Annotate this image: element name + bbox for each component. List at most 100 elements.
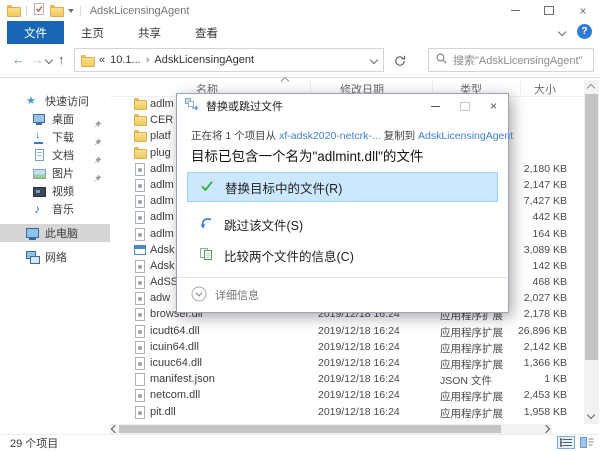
copy-progress-line: 正在将 1 个项目从 xf-adsk2020-netcrk-... 复制到 Ad… bbox=[191, 128, 513, 143]
file-icon bbox=[134, 373, 146, 385]
file-icon bbox=[134, 341, 146, 353]
file-name: AdSS bbox=[150, 276, 178, 288]
quick-access-toolbar: | | bbox=[0, 2, 82, 20]
ribbon-tab[interactable]: 共享 bbox=[121, 21, 178, 44]
file-date: 2019/12/18 16:24 bbox=[318, 389, 400, 401]
details-expander[interactable]: 详细信息 bbox=[191, 285, 259, 305]
file-size: 2,453 KB bbox=[490, 389, 567, 401]
maximize-button[interactable] bbox=[532, 0, 566, 21]
up-icon[interactable]: ↑ bbox=[58, 53, 65, 66]
breadcrumb[interactable]: « 10.1... › AdskLicensingAgent bbox=[74, 48, 384, 72]
horizontal-scrollbar[interactable] bbox=[110, 424, 552, 434]
view-toggles bbox=[557, 436, 596, 449]
ribbon-tab-bar: 文件 主页 共享 查看 bbox=[0, 21, 600, 45]
copy-destination-link[interactable]: AdskLicensingAgent bbox=[418, 130, 513, 142]
properties-icon[interactable] bbox=[33, 2, 45, 20]
sidebar-item[interactable]: 此电脑 bbox=[0, 224, 110, 242]
compare-option-label: 比较两个文件的信息(C) bbox=[224, 246, 354, 265]
file-name: adlm bbox=[150, 179, 174, 191]
dialog-separator bbox=[177, 277, 508, 278]
file-icon bbox=[134, 308, 146, 320]
sidebar-item[interactable]: 桌面 bbox=[0, 110, 110, 128]
ribbon-tab[interactable]: 文件 bbox=[7, 21, 64, 44]
search-placeholder: 搜索"AdskLicensingAgent" bbox=[453, 52, 583, 68]
horizontal-scrollbar-thumb[interactable] bbox=[119, 425, 501, 433]
compare-files-option[interactable]: 比较两个文件的信息(C) bbox=[187, 242, 498, 269]
file-icon bbox=[134, 163, 146, 175]
minimize-button[interactable] bbox=[498, 0, 532, 21]
details-view-button[interactable] bbox=[557, 436, 575, 449]
refresh-icon[interactable] bbox=[394, 54, 406, 72]
sidebar-item[interactable]: 视频 bbox=[0, 182, 110, 200]
address-dropdown-icon[interactable] bbox=[370, 56, 378, 64]
file-date: 2019/12/18 16:24 bbox=[318, 325, 400, 337]
ribbon-right-controls: ? bbox=[559, 24, 592, 39]
scroll-right-icon[interactable] bbox=[542, 425, 550, 433]
sidebar-item-label: 下载 bbox=[52, 129, 74, 145]
sidebar-item[interactable]: 下载 bbox=[0, 128, 110, 146]
scroll-up-icon[interactable] bbox=[587, 84, 595, 92]
help-icon[interactable]: ? bbox=[577, 24, 592, 39]
table-row[interactable]: manifest.json 2019/12/18 16:24 JSON 文件 1… bbox=[110, 371, 584, 387]
dialog-minimize-button[interactable] bbox=[421, 94, 450, 118]
scroll-down-icon[interactable] bbox=[587, 411, 595, 419]
items-count: 29 个项目 bbox=[0, 435, 58, 451]
file-size: 2,142 KB bbox=[490, 341, 567, 353]
dialog-close-button[interactable]: × bbox=[479, 94, 508, 118]
table-row[interactable]: icudt64.dll 2019/12/18 16:24 应用程序扩展 26,8… bbox=[110, 323, 584, 339]
navigation-pane: 快速访问 桌面 下载 文档 bbox=[0, 80, 110, 424]
breadcrumb-parent[interactable]: 10.1... bbox=[110, 54, 141, 66]
table-row[interactable]: netcom.dll 2019/12/18 16:24 应用程序扩展 2,453… bbox=[110, 387, 584, 403]
file-icon bbox=[134, 325, 146, 337]
file-icon bbox=[134, 98, 146, 110]
copy-line-middle: 复制到 bbox=[384, 130, 416, 142]
sidebar-item[interactable]: 音乐 bbox=[0, 200, 110, 218]
sidebar-item-label: 图片 bbox=[52, 165, 74, 181]
search-input[interactable]: 搜索"AdskLicensingAgent" bbox=[428, 48, 594, 72]
vertical-scrollbar-thumb[interactable] bbox=[585, 94, 598, 360]
window-title: AdskLicensingAgent bbox=[90, 5, 190, 17]
breadcrumb-current[interactable]: AdskLicensingAgent bbox=[154, 54, 254, 66]
skip-icon bbox=[199, 217, 213, 233]
close-button[interactable]: × bbox=[566, 0, 600, 21]
sidebar-item-label: 此电脑 bbox=[45, 225, 78, 241]
ribbon-tab[interactable]: 查看 bbox=[178, 21, 235, 44]
back-icon[interactable]: ← bbox=[12, 53, 25, 66]
copy-source-link[interactable]: xf-adsk2020-netcrk-... bbox=[279, 130, 381, 142]
chevron-down-circle-icon bbox=[191, 286, 207, 305]
sidebar-item[interactable]: 文档 bbox=[0, 146, 110, 164]
search-icon bbox=[436, 51, 447, 69]
forward-icon[interactable]: → bbox=[31, 53, 44, 66]
column-header-size[interactable]: 大小 bbox=[534, 81, 556, 97]
file-type: JSON 文件 bbox=[440, 373, 492, 388]
divider: | bbox=[25, 5, 28, 17]
ribbon-tabs: 文件 主页 共享 查看 bbox=[0, 21, 235, 44]
compare-files-icon bbox=[199, 247, 213, 264]
scroll-left-icon[interactable] bbox=[111, 425, 119, 433]
new-folder-icon[interactable] bbox=[50, 5, 63, 16]
sidebar-item[interactable]: 图片 bbox=[0, 164, 110, 182]
table-row[interactable]: pit.dll 2019/12/18 16:24 应用程序扩展 1,958 KB bbox=[110, 404, 584, 420]
recent-locations-icon[interactable] bbox=[45, 56, 53, 64]
address-bar: ← → ↑ « 10.1... › AdskLicensingAgent 搜索"… bbox=[0, 44, 600, 78]
replace-file-option[interactable]: 替换目标中的文件(R) bbox=[187, 172, 498, 202]
large-icons-view-button[interactable] bbox=[578, 436, 596, 449]
customize-toolbar-icon[interactable] bbox=[68, 9, 74, 13]
file-icon bbox=[134, 179, 146, 191]
breadcrumb-overflow[interactable]: « bbox=[99, 54, 105, 66]
sidebar-item-icon bbox=[33, 131, 46, 144]
skip-option-label: 跳过该文件(S) bbox=[224, 215, 303, 234]
expand-ribbon-icon[interactable] bbox=[558, 27, 566, 35]
vertical-scrollbar[interactable] bbox=[584, 80, 599, 424]
file-icon bbox=[134, 130, 146, 142]
sidebar-item[interactable]: 网络 bbox=[0, 248, 110, 266]
file-date: 2019/12/18 16:24 bbox=[318, 357, 400, 369]
file-name: icuin64.dll bbox=[150, 341, 199, 353]
skip-file-option[interactable]: 跳过该文件(S) bbox=[187, 211, 498, 238]
sidebar-item[interactable]: 快速访问 bbox=[0, 92, 110, 110]
ribbon-tab[interactable]: 主页 bbox=[64, 21, 121, 44]
table-row[interactable]: icuin64.dll 2019/12/18 16:24 应用程序扩展 2,14… bbox=[110, 339, 584, 355]
file-name: icuuc64.dll bbox=[150, 357, 202, 369]
file-size: 1 KB bbox=[490, 373, 567, 385]
table-row[interactable]: icuuc64.dll 2019/12/18 16:24 应用程序扩展 1,36… bbox=[110, 355, 584, 371]
